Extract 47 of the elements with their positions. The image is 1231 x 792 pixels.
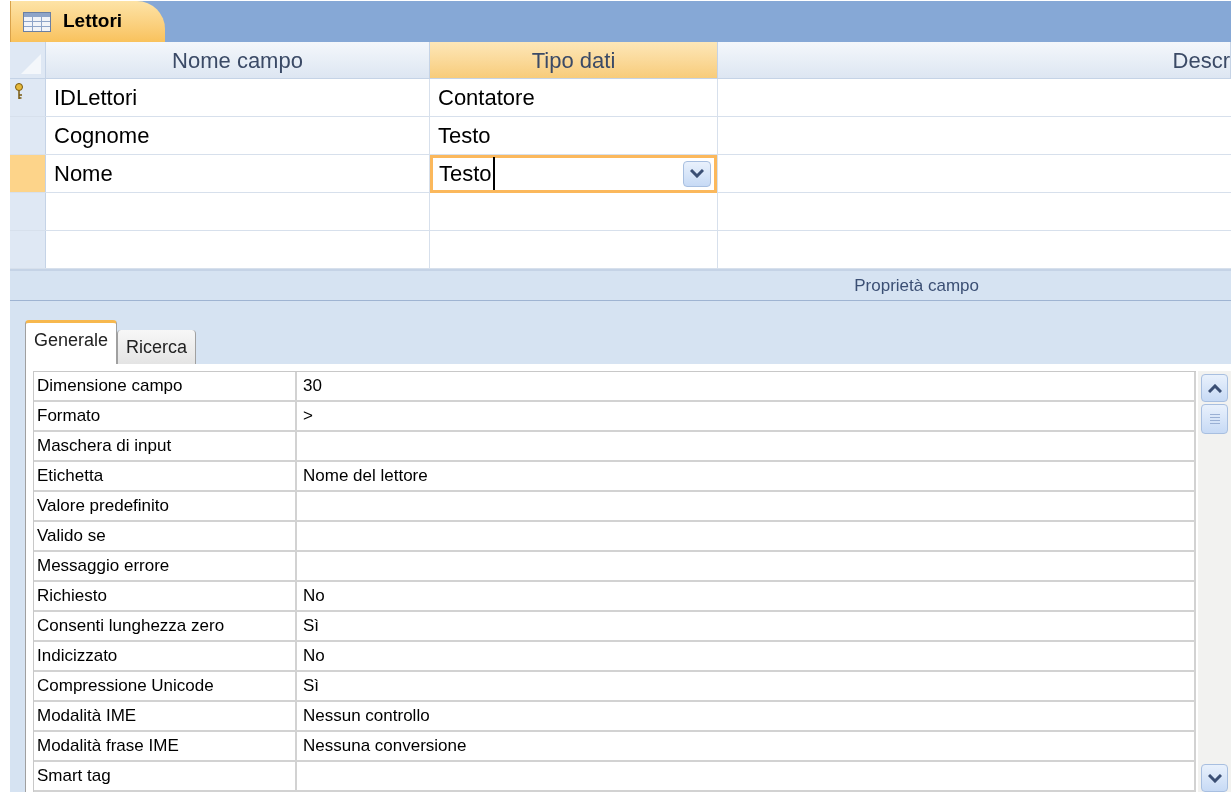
property-tab[interactable]: Generale <box>25 320 118 364</box>
property-value[interactable]: Sì <box>303 613 320 639</box>
scroll-down-button[interactable] <box>1201 764 1229 792</box>
property-tab[interactable]: Ricerca <box>117 330 197 364</box>
scrollbar[interactable] <box>1198 371 1231 792</box>
table-icon <box>23 11 51 32</box>
property-label: Modalità frase IME <box>34 732 297 760</box>
property-label: Consenti lunghezza zero <box>34 612 297 640</box>
property-value[interactable]: Nessun controllo <box>303 703 430 729</box>
grip-icon <box>1209 413 1220 425</box>
property-value[interactable]: Sì <box>303 673 320 699</box>
data-type-cell[interactable]: Contatore <box>430 81 535 114</box>
row-selector[interactable] <box>10 79 46 116</box>
property-label: Richiesto <box>34 582 297 610</box>
property-value[interactable]: No <box>303 643 325 669</box>
property-value[interactable]: No <box>303 583 325 609</box>
caret-icon <box>690 169 704 178</box>
scroll-up-button[interactable] <box>1201 374 1229 402</box>
document-tab[interactable]: Lettori <box>10 1 165 42</box>
property-label: Messaggio errore <box>34 552 297 580</box>
property-label: Compressione Unicode <box>34 672 297 700</box>
column-header: Descr <box>718 42 1231 78</box>
property-label: Valido se <box>34 522 297 550</box>
property-label: Indicizzato <box>34 642 297 670</box>
property-value[interactable]: Nessuna conversione <box>303 733 467 759</box>
data-type-cell[interactable]: Testo <box>430 119 491 152</box>
property-value[interactable]: 30 <box>303 373 322 399</box>
field-name-cell[interactable]: Nome <box>54 157 113 190</box>
scroll-thumb[interactable] <box>1201 404 1229 434</box>
field-name-cell[interactable]: Cognome <box>54 119 150 152</box>
property-value[interactable]: > <box>303 403 313 429</box>
property-label: Modalità IME <box>34 702 297 730</box>
dropdown-button[interactable] <box>683 160 711 187</box>
property-label: Valore predefinito <box>34 492 297 520</box>
column-header: Tipo dati <box>430 42 718 78</box>
data-type-dropdown[interactable]: Testo <box>430 154 717 193</box>
column-header: Nome campo <box>46 42 430 78</box>
property-value[interactable]: Nome del lettore <box>303 463 428 489</box>
property-label: Dimensione campo <box>34 372 297 400</box>
property-label: Maschera di input <box>34 432 297 460</box>
select-all-corner[interactable] <box>10 42 46 78</box>
section-header: Proprietà campo <box>10 271 1231 301</box>
property-label: Etichetta <box>34 462 297 490</box>
field-name-cell[interactable]: IDLettori <box>54 81 138 114</box>
key-icon <box>14 83 24 101</box>
property-label: Formato <box>34 402 297 430</box>
property-label: Smart tag <box>34 762 297 790</box>
